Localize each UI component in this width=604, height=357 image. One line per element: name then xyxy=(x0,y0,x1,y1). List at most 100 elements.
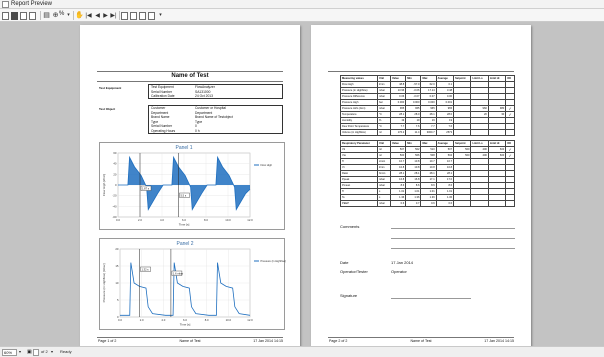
object-key: Operating Hours xyxy=(151,128,176,133)
page-setup-icon[interactable] xyxy=(20,12,27,20)
zoom-dropdown-icon[interactable]: ▾ xyxy=(19,349,21,354)
y-axis-label: Pressure (in Highflow) [mbar] xyxy=(102,263,106,302)
x-tick-label: 6.0 xyxy=(182,218,186,222)
table-row: Volume (in Highflow) ml 176.2 11.4 3000.7 257… xyxy=(340,129,515,136)
y-tick-label: 10 xyxy=(115,281,119,285)
x-tick-label: 2.0 xyxy=(138,218,142,222)
table-cell xyxy=(470,129,489,136)
page-dropdown-icon[interactable]: ▾ xyxy=(51,349,53,354)
status-bar: 60% ▾ ▣ of 2 ▾ Ready xyxy=(0,346,604,357)
equipment-value: 24 Oct 2013 xyxy=(195,94,213,99)
table-row: PEEP mbar 0.6 0.7 0.6 0.6 xyxy=(340,200,515,207)
table-cell: mbar xyxy=(376,200,392,207)
layout-dropdown-icon[interactable]: ▾ xyxy=(156,11,165,20)
equipment-section-label: Test Equipment xyxy=(99,86,122,90)
table-cell: 11.4 xyxy=(405,129,422,136)
y-tick-label: -40 xyxy=(112,204,116,208)
hand-tool-icon[interactable]: ✋ xyxy=(75,11,84,20)
table-cell: Volume (in Highflow) xyxy=(340,129,378,136)
equipment-box: Test Equipment Serial Number Calibration… xyxy=(148,84,283,99)
signature-label: Signature xyxy=(340,293,358,298)
table-cell xyxy=(453,200,472,207)
panel-1-chart[interactable]: Panel 1 60 40 20 0 -20 -40 -60 0.0 2.0 4.0 6.0 8.0 10… xyxy=(99,142,285,230)
legend-label: Flow High xyxy=(261,163,273,167)
save-icon[interactable] xyxy=(11,12,18,20)
print-icon[interactable] xyxy=(29,12,36,20)
ok-check-cell xyxy=(505,129,515,136)
zoom-dropdown-icon[interactable]: ▾ xyxy=(64,11,73,20)
page-count: of 2 xyxy=(41,349,48,354)
operator-label: Operator/Tester xyxy=(340,269,368,274)
x-tick-label: 4.0 xyxy=(161,318,165,322)
cursor-label: 1.87 s xyxy=(142,186,150,190)
x-axis-label: Time [s] xyxy=(179,223,190,227)
measuring-values-table: Measuring values Unit Value Min Max Average Se… xyxy=(340,75,515,136)
page-icon: ▣ xyxy=(27,349,32,355)
legend-label: Pressure (in Highflow) xyxy=(261,259,287,263)
date-label: Date xyxy=(340,260,349,265)
y-tick-label: 60 xyxy=(113,151,117,155)
table-cell: 2573 xyxy=(435,129,455,136)
panel-title: Panel 1 xyxy=(176,145,193,151)
first-page-icon[interactable]: |◀ xyxy=(84,11,93,20)
report-heading: Name of Test xyxy=(171,73,209,79)
report-page-1: Name of Test Test Equipment Test Equipme… xyxy=(80,25,300,346)
x-tick-label: 4.0 xyxy=(160,218,164,222)
table-cell xyxy=(487,129,507,136)
equipment-key: Calibration Date xyxy=(151,94,175,99)
open-icon[interactable] xyxy=(2,12,9,20)
table-cell xyxy=(453,129,472,136)
page-number-field[interactable] xyxy=(33,349,39,356)
table-cell: 0.7 xyxy=(405,200,422,207)
table-cell xyxy=(470,200,489,207)
footer-date: 17 Jan 2014 14:15 xyxy=(484,339,514,343)
footer-date: 17 Jan 2014 14:15 xyxy=(253,339,283,343)
signature-line xyxy=(391,298,471,299)
x-tick-label: 6.0 xyxy=(183,318,187,322)
x-axis-label: Time [s] xyxy=(180,323,191,327)
panel-1-svg: Panel 16040200-20-40-600.0 2.0 4.0 6.0 8.0 10… xyxy=(102,145,273,227)
y-tick-label: 0 xyxy=(115,183,117,187)
table-cell: 0.6 xyxy=(420,200,437,207)
cursor-label: 5.5 s xyxy=(181,193,187,197)
last-page-icon[interactable]: ▶| xyxy=(109,11,118,20)
panel-2-chart[interactable]: Panel 2 20 15 10 5 0 0.0 2.0 4.0 6.0 8.0 10.0 12.0 Ti… xyxy=(99,238,287,330)
single-page-icon[interactable] xyxy=(121,12,128,20)
object-section-label: Test Object xyxy=(99,107,116,111)
table-cell: 3000.7 xyxy=(420,129,437,136)
ok-check-cell xyxy=(505,200,515,207)
table-cell: PEEP xyxy=(340,200,378,207)
x-tick-label: 0.0 xyxy=(118,318,122,322)
x-tick-label: 12.0 xyxy=(247,318,253,322)
table-cell: 176.2 xyxy=(390,129,407,136)
operator-value: Operator xyxy=(391,269,407,274)
object-box: Customer Department Brand Name Type Seri… xyxy=(148,105,283,134)
status-ready: Ready xyxy=(60,349,72,354)
four-pages-icon[interactable] xyxy=(139,12,146,20)
x-tick-label: 10.0 xyxy=(226,318,232,322)
zoom-value: 60% xyxy=(4,350,13,355)
date-value: 17 Jan 2014 xyxy=(391,260,414,265)
y-tick-label: 20 xyxy=(115,247,119,251)
comments-label: Comments xyxy=(340,224,360,229)
title-bar: Report Preview xyxy=(0,0,604,9)
cursor-label: 1.6 mbar xyxy=(173,271,183,275)
y-tick-label: 15 xyxy=(115,264,119,268)
table-cell: ml xyxy=(376,129,392,136)
respiratory-parameter-table: Respiratory Parameter Unit Value Min Max Aver… xyxy=(340,140,515,207)
table-cell: 0.6 xyxy=(435,200,455,207)
panel-title: Panel 2 xyxy=(177,241,194,247)
window-title: Report Preview xyxy=(11,1,53,7)
two-pages-icon[interactable] xyxy=(130,12,137,20)
cursor-label: 1.32 s xyxy=(142,267,150,271)
x-tick-label: 0.0 xyxy=(116,218,120,222)
y-axis-label: Flow High [l/min] xyxy=(102,174,106,196)
six-pages-icon[interactable] xyxy=(148,12,155,20)
preview-viewport[interactable]: Name of Test Test Equipment Test Equipme… xyxy=(0,22,604,346)
y-tick-label: -20 xyxy=(112,194,116,198)
table-cell: 0.6 xyxy=(390,200,407,207)
copy-icon[interactable]: ▤ xyxy=(42,11,51,20)
table-cell xyxy=(487,200,507,207)
x-tick-label: 10.0 xyxy=(225,218,231,222)
zoom-field[interactable]: 60% xyxy=(2,349,17,356)
